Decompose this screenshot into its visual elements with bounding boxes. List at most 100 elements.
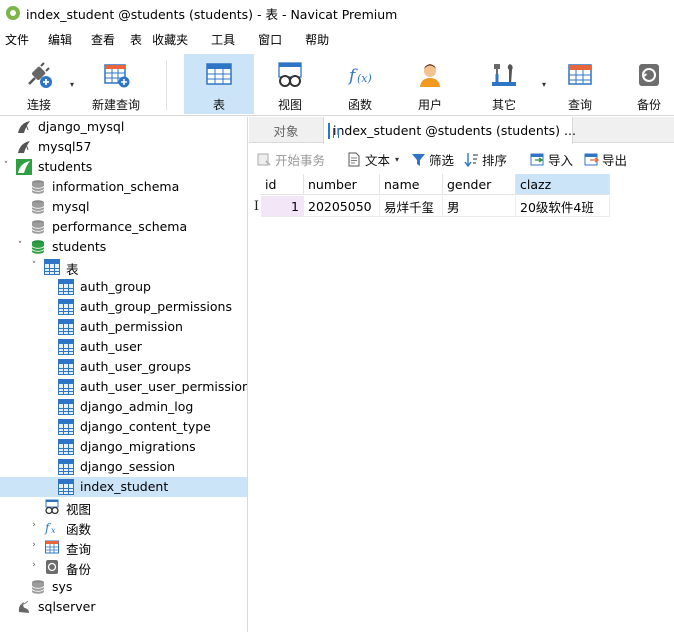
sort-icon: [464, 152, 479, 167]
query-icon: [565, 60, 595, 90]
table-label: 表: [212, 98, 225, 112]
function-label: 函数: [347, 98, 372, 112]
text-view-button[interactable]: 文本 ▾: [347, 149, 399, 169]
mysql-connection-open-icon: [16, 159, 32, 175]
query-label: 查询: [567, 98, 592, 112]
table-icon: [58, 299, 74, 315]
table-icon: [328, 122, 339, 139]
column-header-clazz[interactable]: clazz: [516, 174, 610, 195]
table-cell-id[interactable]: 1: [261, 196, 304, 217]
tree-db-mysql[interactable]: mysql: [0, 197, 247, 217]
tree-db-students[interactable]: ˅ students: [0, 237, 247, 257]
tree-db-information-schema[interactable]: information_schema: [0, 177, 247, 197]
filter-button[interactable]: 筛选: [411, 149, 454, 169]
tree-table-django-migrations[interactable]: django_migrations: [0, 437, 247, 457]
text-dropdown-icon[interactable]: ▾: [395, 155, 399, 164]
tree-connection-mysql57[interactable]: mysql57: [0, 137, 247, 157]
menu-window[interactable]: 窗口: [244, 31, 291, 48]
column-header-id[interactable]: id: [261, 174, 304, 195]
title-bar: index_student @students (students) - 表 -…: [0, 0, 674, 26]
new-query-button[interactable]: 新建查询: [88, 54, 144, 114]
svg-text:x: x: [51, 526, 56, 535]
new-query-icon: [101, 60, 131, 90]
tree-connection-django-mysql[interactable]: django_mysql: [0, 117, 247, 137]
table-cell-number[interactable]: 20205050: [304, 196, 380, 217]
tree-table-auth-user[interactable]: auth_user: [0, 337, 247, 357]
table-cell-name[interactable]: 易烊千玺: [380, 196, 443, 217]
connection-tree: django_mysql mysql57 ˅ students informat…: [0, 117, 248, 632]
other-button[interactable]: 其它 ▾: [476, 54, 546, 114]
main-toolbar: 连接 ▾ 新建查询 表 视图 f (x) 函数 用户 其它 ▾ 查询 备份: [0, 52, 674, 116]
connect-dropdown-icon[interactable]: ▾: [70, 80, 74, 89]
tree-table-django-content-type[interactable]: django_content_type: [0, 417, 247, 437]
tree-table-auth-permission[interactable]: auth_permission: [0, 317, 247, 337]
tab-objects[interactable]: 对象: [249, 117, 323, 143]
function-fx-icon: fx: [44, 519, 60, 535]
menu-file[interactable]: 文件: [0, 31, 38, 48]
collapse-chevron-icon[interactable]: ˅: [1, 161, 11, 171]
view-glasses-icon: [275, 60, 305, 90]
tree-node-backups[interactable]: › 备份: [0, 557, 247, 577]
menu-tools[interactable]: 工具: [197, 31, 244, 48]
tree-node-functions[interactable]: › fx 函数: [0, 517, 247, 537]
tree-node-views[interactable]: 视图: [0, 497, 247, 517]
tree-table-auth-group[interactable]: auth_group: [0, 277, 247, 297]
tree-table-auth-group-permissions[interactable]: auth_group_permissions: [0, 297, 247, 317]
collapse-chevron-icon[interactable]: ˅: [15, 241, 25, 251]
new-query-label: 新建查询: [91, 98, 140, 112]
query-icon: [44, 539, 60, 555]
table-button[interactable]: 表: [184, 54, 254, 114]
plug-icon: [24, 60, 54, 90]
tree-node-tables[interactable]: ˅ 表: [0, 257, 247, 277]
table-icon: [58, 339, 74, 355]
tree-db-sys[interactable]: sys: [0, 577, 247, 597]
expand-chevron-icon[interactable]: ›: [29, 540, 39, 550]
menu-bar: 文件 编辑 查看 表 收藏夹 工具 窗口 帮助: [0, 28, 674, 50]
table-cell-clazz[interactable]: 20级软件4班: [516, 196, 610, 217]
document-icon: [347, 152, 362, 167]
other-dropdown-icon[interactable]: ▾: [542, 80, 546, 89]
tree-node-queries[interactable]: › 查询: [0, 537, 247, 557]
database-icon: [30, 199, 46, 215]
main-pane: 对象 index_student @students (students) ..…: [249, 117, 674, 632]
tree-connection-sqlserver[interactable]: sqlserver: [0, 597, 247, 617]
menu-view[interactable]: 查看: [81, 31, 124, 48]
function-button[interactable]: f (x) 函数: [332, 54, 388, 114]
filter-funnel-icon: [411, 152, 426, 167]
menu-favorites[interactable]: 收藏夹: [142, 31, 197, 48]
collapse-chevron-icon[interactable]: ˅: [29, 261, 39, 271]
table-cell-gender[interactable]: 男: [443, 196, 516, 217]
import-button[interactable]: 导入: [530, 149, 573, 169]
table-icon: [58, 399, 74, 415]
menu-table[interactable]: 表: [124, 31, 142, 48]
backup-button[interactable]: 备份: [624, 54, 674, 114]
tree-table-auth-user-user-permissions[interactable]: auth_user_user_permissions: [0, 377, 247, 397]
backup-icon: [44, 559, 60, 575]
view-button[interactable]: 视图: [262, 54, 318, 114]
table-icon: [58, 379, 74, 395]
menu-edit[interactable]: 编辑: [38, 31, 81, 48]
menu-help[interactable]: 帮助: [291, 31, 338, 48]
tab-bar: 对象 index_student @students (students) ..…: [249, 117, 674, 144]
user-button[interactable]: 用户: [402, 54, 458, 114]
database-icon: [30, 219, 46, 235]
column-header-gender[interactable]: gender: [443, 174, 516, 195]
tree-db-performance-schema[interactable]: performance_schema: [0, 217, 247, 237]
tab-index-student[interactable]: index_student @students (students) ...: [323, 117, 576, 144]
connect-button[interactable]: 连接 ▾: [14, 54, 74, 114]
column-header-number[interactable]: number: [304, 174, 380, 195]
expand-chevron-icon[interactable]: ›: [29, 560, 39, 570]
sort-button[interactable]: 排序: [464, 149, 507, 169]
query-button[interactable]: 查询: [552, 54, 608, 114]
tree-connection-students[interactable]: ˅ students: [0, 157, 247, 177]
expand-chevron-icon[interactable]: ›: [29, 520, 39, 530]
export-button[interactable]: 导出: [584, 149, 627, 169]
begin-transaction-button[interactable]: 开始事务: [257, 149, 325, 169]
tree-table-auth-user-groups[interactable]: auth_user_groups: [0, 357, 247, 377]
user-label: 用户: [417, 98, 442, 112]
tree-table-django-admin-log[interactable]: django_admin_log: [0, 397, 247, 417]
tree-table-index-student[interactable]: index_student: [0, 477, 247, 497]
column-header-name[interactable]: name: [380, 174, 443, 195]
table-icon: [58, 279, 74, 295]
tree-table-django-session[interactable]: django_session: [0, 457, 247, 477]
